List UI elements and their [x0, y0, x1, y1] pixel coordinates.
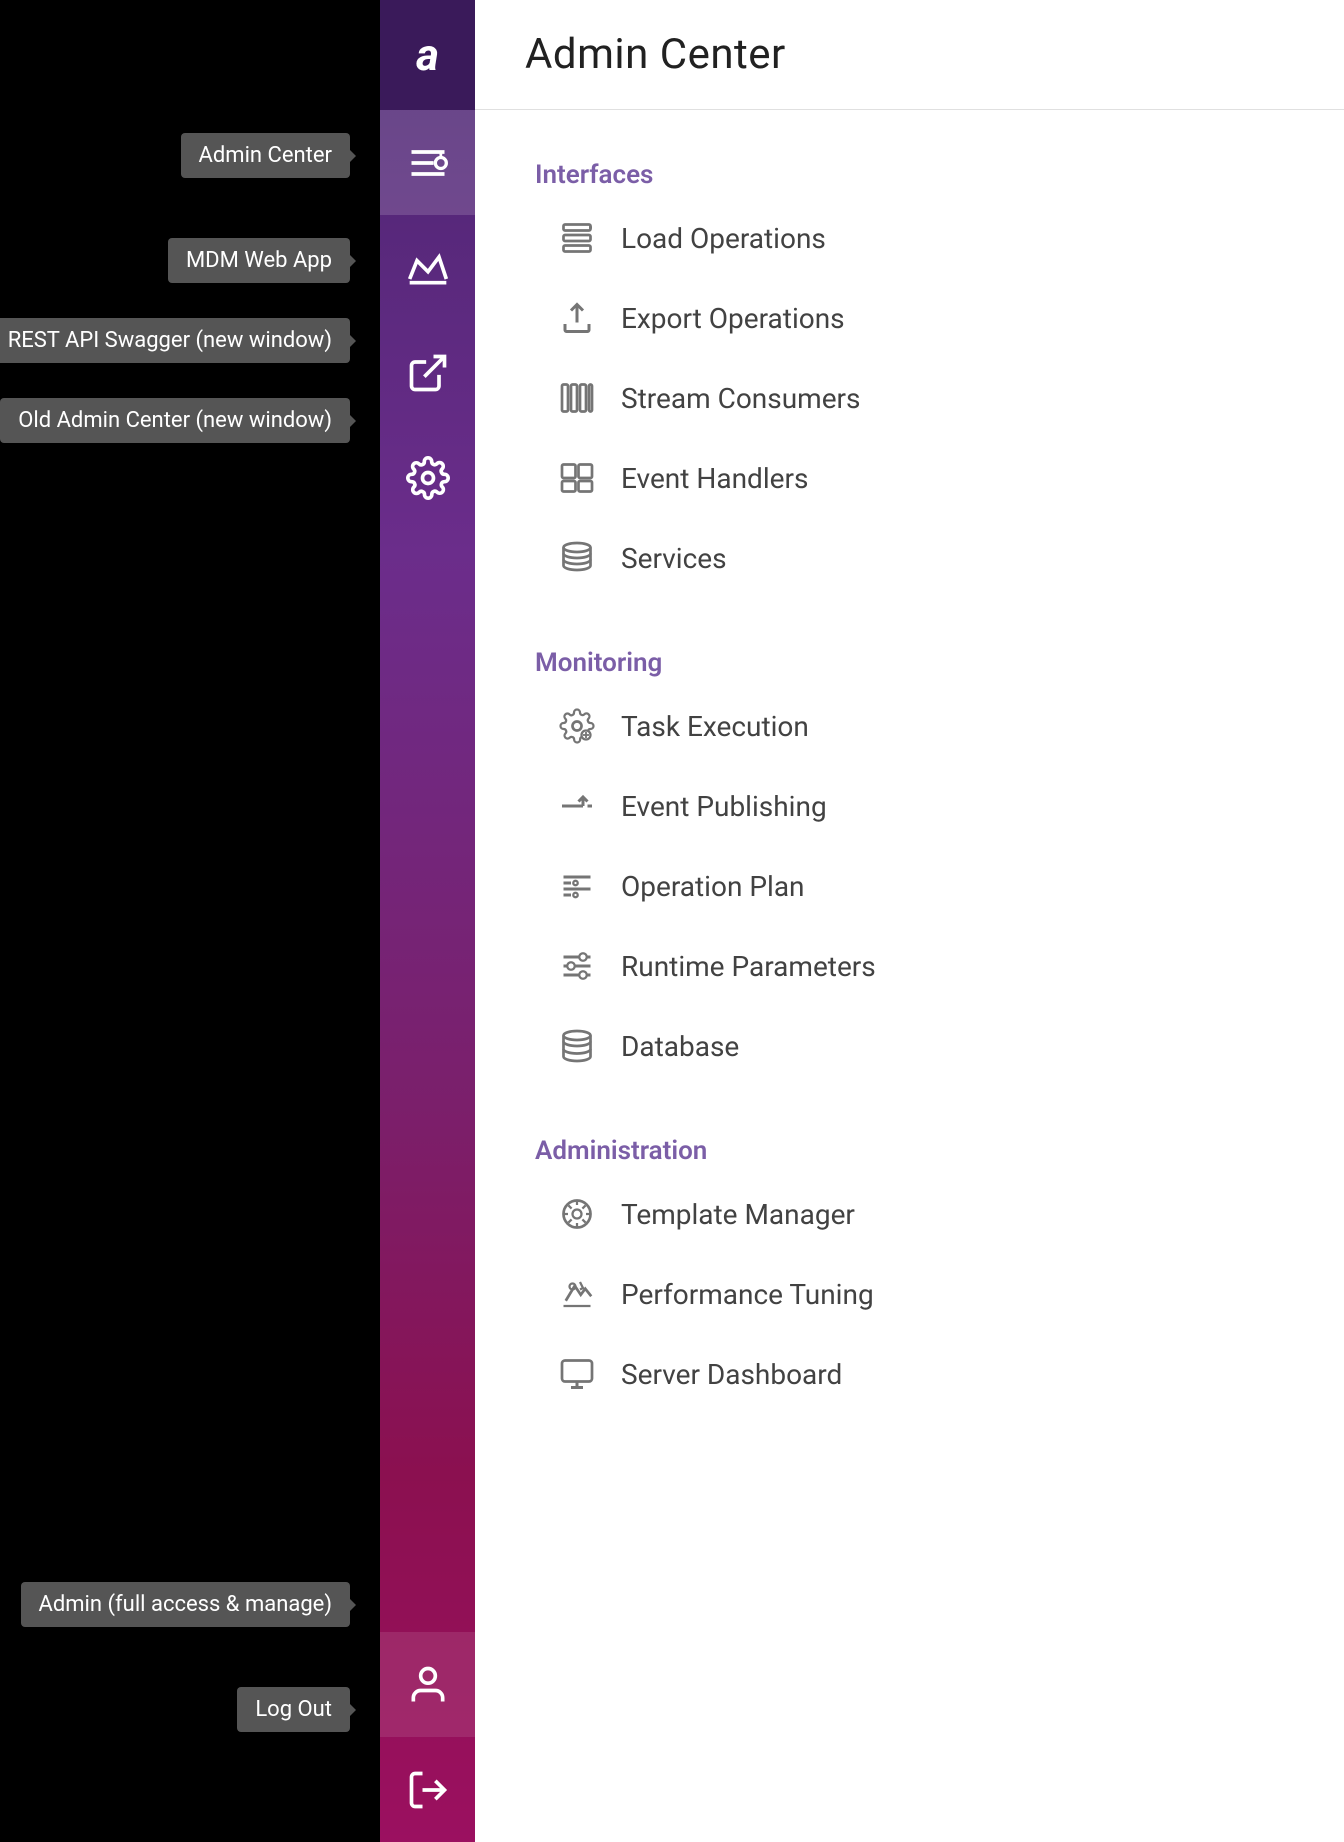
- main-header: Admin Center: [475, 0, 1344, 110]
- section-label-interfaces: Interfaces: [525, 160, 1294, 190]
- stream-consumers-icon: [555, 376, 599, 420]
- nav-item-label: Template Manager: [621, 1198, 855, 1231]
- event-publishing-icon: [555, 784, 599, 828]
- crown-icon: [406, 246, 450, 290]
- task-execution-icon: [555, 704, 599, 748]
- nav-item-services[interactable]: Services: [525, 518, 1294, 598]
- left-panel: Admin Center MDM Web App REST API Swagge…: [0, 0, 380, 1842]
- nav-item-server-dashboard[interactable]: Server Dashboard: [525, 1334, 1294, 1414]
- nav-item-label: Server Dashboard: [621, 1358, 842, 1391]
- tooltip-old-admin-center: Old Admin Center (new window): [0, 398, 350, 443]
- nav-item-event-handlers[interactable]: Event Handlers: [525, 438, 1294, 518]
- sidebar-item-admin-center[interactable]: [380, 110, 475, 215]
- sidebar-item-logout[interactable]: [380, 1737, 475, 1842]
- sidebar-item-user[interactable]: [380, 1632, 475, 1737]
- nav-item-export-operations[interactable]: Export Operations: [525, 278, 1294, 358]
- tooltip-rest-api-swagger: REST API Swagger (new window): [0, 318, 350, 363]
- spacer-2: [525, 1086, 1294, 1116]
- nav-item-task-execution[interactable]: Task Execution: [525, 686, 1294, 766]
- page-title: Admin Center: [525, 30, 786, 79]
- server-dashboard-icon: [555, 1352, 599, 1396]
- tooltip-log-out: Log Out: [237, 1687, 350, 1732]
- runtime-parameters-icon: [555, 944, 599, 988]
- services-icon: [555, 536, 599, 580]
- nav-item-label: Export Operations: [621, 302, 845, 335]
- nav-item-label: Operation Plan: [621, 870, 805, 903]
- nav-item-performance-tuning[interactable]: Performance Tuning: [525, 1254, 1294, 1334]
- nav-item-stream-consumers[interactable]: Stream Consumers: [525, 358, 1294, 438]
- sidebar: a: [380, 0, 475, 1842]
- nav-item-label: Runtime Parameters: [621, 950, 876, 983]
- user-icon: [406, 1663, 450, 1707]
- tooltip-mdm-web-app: MDM Web App: [168, 238, 350, 283]
- nav-item-label: Event Publishing: [621, 790, 827, 823]
- external-link-icon: [406, 351, 450, 395]
- nav-item-label: Event Handlers: [621, 462, 808, 495]
- database-icon: [555, 1024, 599, 1068]
- nav-item-label: Task Execution: [621, 710, 809, 743]
- main-content: Admin Center Interfaces Load Operations: [475, 0, 1344, 1842]
- nav-item-label: Database: [621, 1030, 739, 1063]
- spacer-1: [525, 598, 1294, 628]
- app-logo: a: [380, 0, 475, 110]
- logout-icon: [406, 1768, 450, 1812]
- settings-list-icon: [406, 141, 450, 185]
- template-manager-icon: [555, 1192, 599, 1236]
- section-label-administration: Administration: [525, 1136, 1294, 1166]
- nav-item-event-publishing[interactable]: Event Publishing: [525, 766, 1294, 846]
- nav-item-operation-plan[interactable]: Operation Plan: [525, 846, 1294, 926]
- event-handlers-icon: [555, 456, 599, 500]
- load-operations-icon: [555, 216, 599, 260]
- nav-list: Interfaces Load Operations: [475, 110, 1344, 1842]
- nav-item-label: Services: [621, 542, 727, 575]
- nav-item-label: Load Operations: [621, 222, 826, 255]
- export-operations-icon: [555, 296, 599, 340]
- nav-item-label: Stream Consumers: [621, 382, 860, 415]
- logo-char: a: [416, 29, 439, 81]
- tooltip-admin-center: Admin Center: [181, 133, 350, 178]
- section-label-monitoring: Monitoring: [525, 648, 1294, 678]
- tooltip-admin-user: Admin (full access & manage): [21, 1582, 351, 1627]
- nav-item-load-operations[interactable]: Load Operations: [525, 198, 1294, 278]
- gear-icon: [406, 456, 450, 500]
- nav-item-runtime-parameters[interactable]: Runtime Parameters: [525, 926, 1294, 1006]
- nav-item-label: Performance Tuning: [621, 1278, 874, 1311]
- nav-item-database[interactable]: Database: [525, 1006, 1294, 1086]
- sidebar-item-mdm-web-app[interactable]: [380, 215, 475, 320]
- operation-plan-icon: [555, 864, 599, 908]
- nav-item-template-manager[interactable]: Template Manager: [525, 1174, 1294, 1254]
- performance-tuning-icon: [555, 1272, 599, 1316]
- sidebar-item-rest-api[interactable]: [380, 320, 475, 425]
- sidebar-item-old-admin[interactable]: [380, 425, 475, 530]
